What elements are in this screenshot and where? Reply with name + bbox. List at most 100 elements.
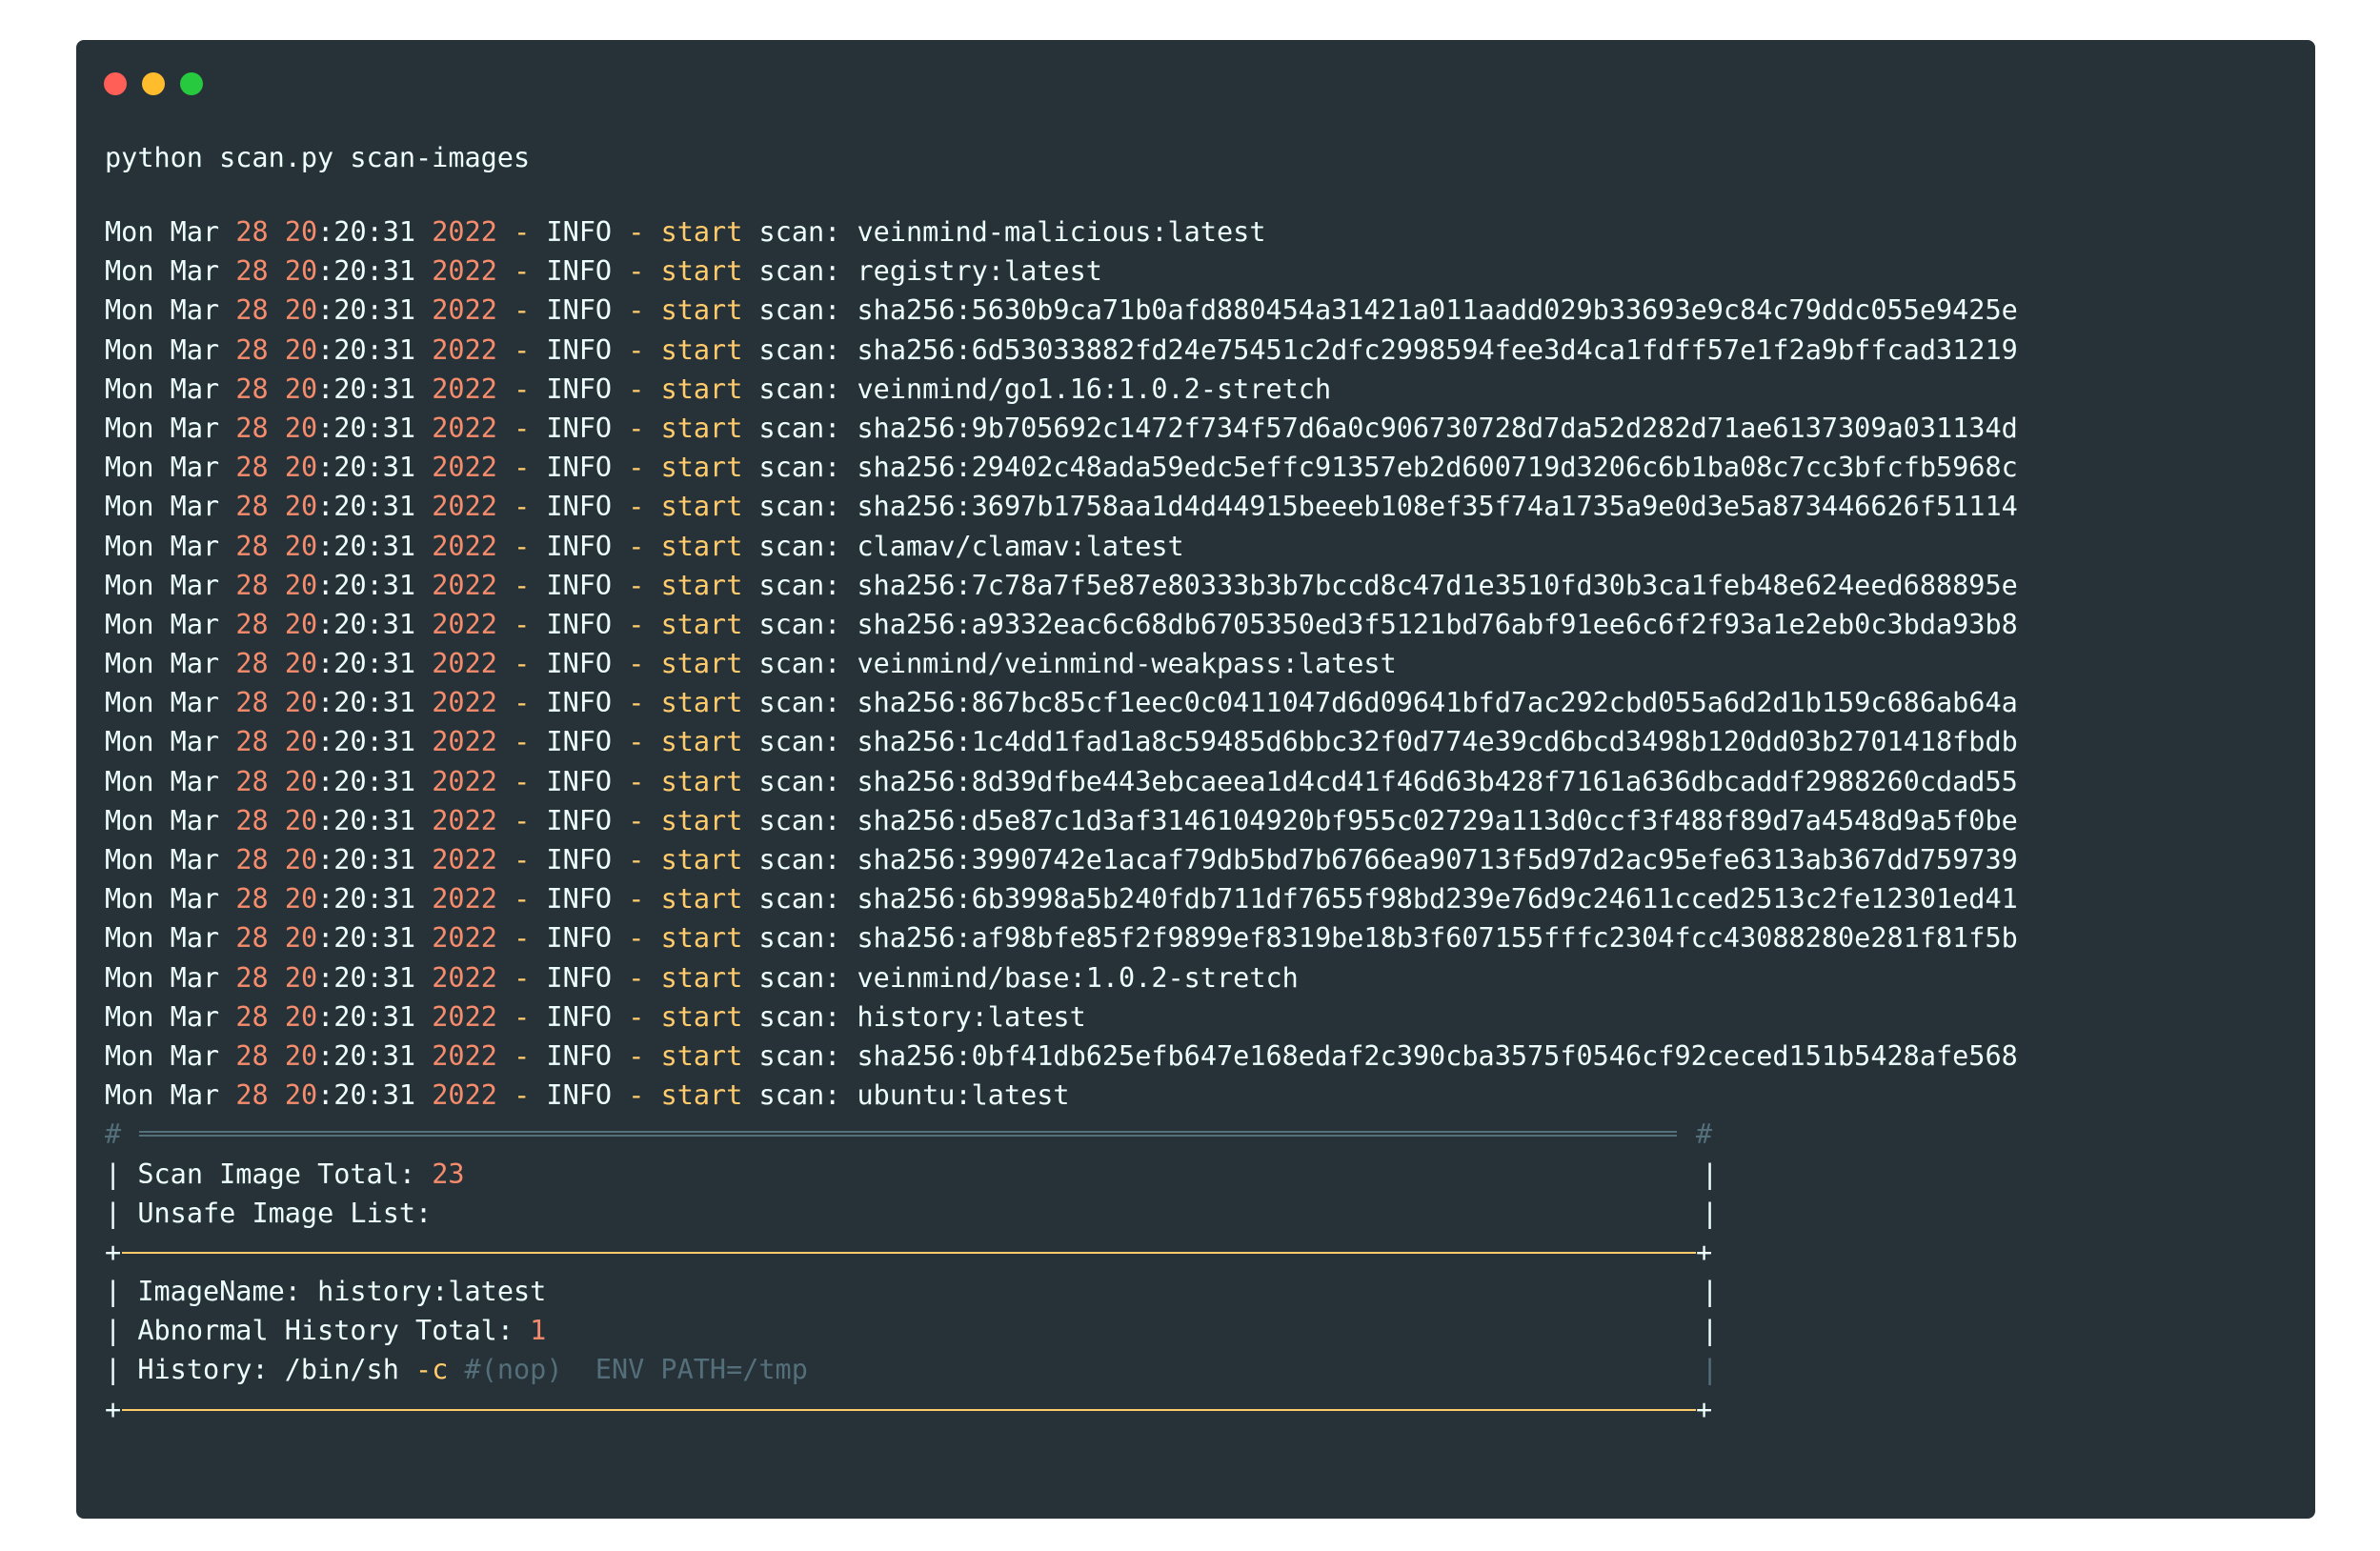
log-action: start: [660, 608, 743, 640]
report-separator: + +: [105, 1236, 1713, 1268]
log-year: 2022: [432, 373, 497, 405]
report-unsafe-row: | Unsafe Image List: |: [105, 1197, 1719, 1229]
log-year: 2022: [432, 961, 497, 994]
log-time: :20:31: [317, 216, 416, 248]
log-day: Mon: [105, 1000, 154, 1033]
log-action: start: [660, 961, 743, 994]
log-separator: -: [514, 648, 531, 680]
log-label: scan:: [758, 1079, 841, 1112]
log-day: Mon: [105, 922, 154, 955]
log-line: Mon Mar 28 20:20:31 2022 - INFO - start …: [105, 840, 2296, 879]
log-line: Mon Mar 28 20:20:31 2022 - INFO - start …: [105, 605, 2296, 644]
log-line: Mon Mar 28 20:20:31 2022 - INFO - start …: [105, 958, 2296, 997]
minimize-button[interactable]: [142, 72, 165, 95]
log-day: Mon: [105, 687, 154, 719]
log-hour: 20: [284, 961, 318, 994]
scan-total-label: Scan Image Total:: [137, 1158, 433, 1190]
log-separator: -: [628, 1079, 645, 1112]
scan-target: sha256:9b705692c1472f734f57d6a0c90673072…: [857, 412, 2018, 444]
log-month: Mar: [170, 961, 220, 994]
unsafe-list-label: Unsafe Image List:: [137, 1197, 433, 1229]
log-separator: -: [514, 1039, 531, 1072]
log-day: Mon: [105, 569, 154, 601]
log-level: INFO: [546, 412, 613, 444]
log-action: start: [660, 294, 743, 327]
log-date: 28: [235, 1079, 269, 1112]
log-month: Mar: [170, 608, 220, 640]
terminal-output: python scan.py scan-images Mon Mar 28 20…: [105, 139, 2296, 1429]
log-separator: -: [628, 255, 645, 288]
log-day: Mon: [105, 412, 154, 444]
log-label: scan:: [758, 569, 841, 601]
log-level: INFO: [546, 922, 613, 955]
log-month: Mar: [170, 726, 220, 758]
log-label: scan:: [758, 1000, 841, 1033]
log-time: :20:31: [317, 883, 416, 916]
log-hour: 20: [284, 452, 318, 484]
scan-target: sha256:1c4dd1fad1a8c59485d6bbc32f0d774e3…: [857, 726, 2018, 758]
log-day: Mon: [105, 452, 154, 484]
log-level: INFO: [546, 765, 613, 797]
log-action: start: [660, 491, 743, 523]
scan-target: sha256:867bc85cf1eec0c0411047d6d09641bfd…: [857, 687, 2018, 719]
log-level: INFO: [546, 333, 613, 366]
log-time: :20:31: [317, 294, 416, 327]
log-year: 2022: [432, 726, 497, 758]
image-name-row: | ImageName: history:latest |: [105, 1276, 1719, 1308]
log-line: Mon Mar 28 20:20:31 2022 - INFO - start …: [105, 722, 2296, 761]
log-hour: 20: [284, 569, 318, 601]
log-level: INFO: [546, 452, 613, 484]
log-time: :20:31: [317, 687, 416, 719]
close-button[interactable]: [104, 72, 127, 95]
scan-target: sha256:8d39dfbe443ebcaeea1d4cd41f46d63b4…: [857, 765, 2018, 797]
log-month: Mar: [170, 883, 220, 916]
log-month: Mar: [170, 569, 220, 601]
log-separator: -: [514, 922, 531, 955]
log-action: start: [660, 530, 743, 562]
log-time: :20:31: [317, 765, 416, 797]
log-label: scan:: [758, 726, 841, 758]
log-month: Mar: [170, 1039, 220, 1072]
log-separator: -: [628, 1039, 645, 1072]
log-separator: -: [514, 804, 531, 836]
log-day: Mon: [105, 1079, 154, 1112]
scan-target: veinmind/go1.16:1.0.2-stretch: [857, 373, 1332, 405]
log-month: Mar: [170, 1000, 220, 1033]
log-label: scan:: [758, 961, 841, 994]
log-action: start: [660, 687, 743, 719]
log-action: start: [660, 333, 743, 366]
command-line: python scan.py scan-images: [105, 142, 531, 173]
log-hour: 20: [284, 804, 318, 836]
maximize-button[interactable]: [180, 72, 203, 95]
log-day: Mon: [105, 373, 154, 405]
log-date: 28: [235, 491, 269, 523]
log-action: start: [660, 412, 743, 444]
log-year: 2022: [432, 1039, 497, 1072]
log-level: INFO: [546, 530, 613, 562]
log-separator: -: [628, 961, 645, 994]
log-line: Mon Mar 28 20:20:31 2022 - INFO - start …: [105, 252, 2296, 291]
log-level: INFO: [546, 687, 613, 719]
log-level: INFO: [546, 1039, 613, 1072]
scan-target: ubuntu:latest: [857, 1079, 1070, 1112]
log-year: 2022: [432, 294, 497, 327]
log-action: start: [660, 765, 743, 797]
history-comment: #(nop) ENV PATH=/tmp: [448, 1354, 808, 1386]
double-rule: [139, 1131, 1677, 1138]
log-separator: -: [514, 373, 531, 405]
log-year: 2022: [432, 922, 497, 955]
log-year: 2022: [432, 648, 497, 680]
log-level: INFO: [546, 961, 613, 994]
scan-target: sha256:d5e87c1d3af3146104920bf955c02729a…: [857, 804, 2018, 836]
log-month: Mar: [170, 648, 220, 680]
log-month: Mar: [170, 687, 220, 719]
log-year: 2022: [432, 530, 497, 562]
log-line: Mon Mar 28 20:20:31 2022 - INFO - start …: [105, 370, 2296, 409]
log-line: Mon Mar 28 20:20:31 2022 - INFO - start …: [105, 762, 2296, 801]
log-separator: -: [628, 608, 645, 640]
log-line: Mon Mar 28 20:20:31 2022 - INFO - start …: [105, 487, 2296, 526]
log-line: Mon Mar 28 20:20:31 2022 - INFO - start …: [105, 1076, 2296, 1115]
image-name-value: history:latest: [317, 1276, 547, 1308]
log-label: scan:: [758, 412, 841, 444]
corner-hash-left: #: [105, 1118, 122, 1151]
